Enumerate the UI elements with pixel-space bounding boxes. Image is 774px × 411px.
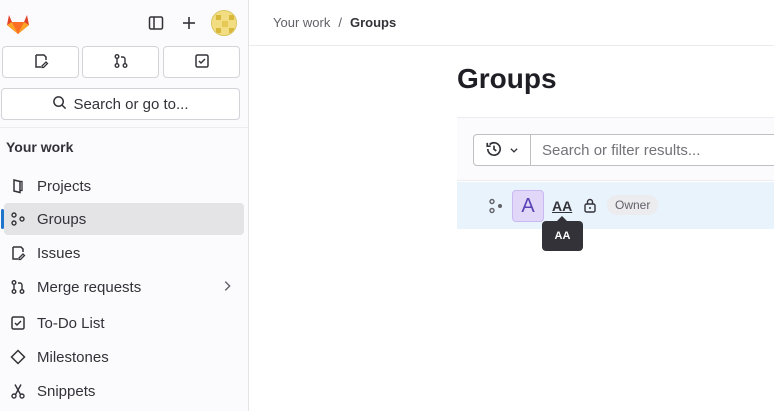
group-avatar[interactable]: A xyxy=(512,190,544,222)
breadcrumb-parent-link[interactable]: Your work xyxy=(273,15,330,30)
filter-search-input[interactable]: Search or filter results... xyxy=(530,134,774,166)
sidebar-item-label: Issues xyxy=(37,244,81,262)
sidebar-item-label: Projects xyxy=(37,177,92,195)
history-icon xyxy=(485,140,503,161)
assigned-issues-button[interactable] xyxy=(2,46,79,78)
lock-icon xyxy=(583,197,597,216)
role-badge: Owner xyxy=(607,195,659,215)
chevron-right-icon[interactable] xyxy=(220,279,234,297)
issues-icon xyxy=(9,244,27,262)
filter-bar: Search or filter results... xyxy=(457,117,774,181)
sidebar-item-groups[interactable]: Groups xyxy=(1,203,244,235)
subgroup-icon xyxy=(489,198,503,217)
search-icon xyxy=(52,95,67,114)
group-row[interactable]: A AA Owner xyxy=(457,182,774,229)
breadcrumb-current[interactable]: Groups xyxy=(350,15,396,30)
header-divider xyxy=(249,45,774,46)
user-avatar[interactable] xyxy=(211,10,237,36)
sidebar-toggle-icon[interactable] xyxy=(143,10,169,36)
merge-request-icon xyxy=(113,53,129,72)
project-icon xyxy=(9,177,27,195)
group-icon xyxy=(9,210,27,228)
page-title: Groups xyxy=(457,63,557,94)
sidebar-divider xyxy=(0,127,248,128)
sidebar-section-title: Your work xyxy=(6,139,74,155)
breadcrumb: Your work / Groups xyxy=(273,15,396,30)
sidebar-item-label: Snippets xyxy=(37,382,96,400)
sidebar-item-projects[interactable]: Projects xyxy=(4,170,244,202)
sidebar: Search or go to... Your work Projects Gr… xyxy=(0,0,249,411)
sidebar-item-issues[interactable]: Issues xyxy=(4,237,244,269)
milestone-icon xyxy=(9,348,27,366)
gitlab-logo-icon[interactable] xyxy=(4,9,32,37)
sidebar-item-todo-list[interactable]: To-Do List xyxy=(4,307,244,339)
sidebar-item-label: Merge requests xyxy=(37,278,142,296)
todo-icon xyxy=(194,53,210,72)
issues-icon xyxy=(33,53,49,72)
breadcrumb-separator: / xyxy=(338,15,342,30)
group-name-tooltip: AA xyxy=(542,216,583,251)
create-new-icon[interactable] xyxy=(176,10,202,36)
sidebar-item-merge-requests[interactable]: Merge requests xyxy=(4,271,244,303)
todo-list-button[interactable] xyxy=(163,46,240,78)
chevron-down-icon xyxy=(509,142,519,158)
group-name-link[interactable]: AA xyxy=(552,198,572,214)
snippet-icon xyxy=(9,382,27,400)
merge-request-icon xyxy=(9,278,27,296)
sidebar-item-milestones[interactable]: Milestones xyxy=(4,341,244,373)
search-label: Search or go to... xyxy=(73,95,189,113)
todo-icon xyxy=(9,314,27,332)
recent-searches-button[interactable] xyxy=(473,134,531,166)
merge-requests-button[interactable] xyxy=(82,46,159,78)
sidebar-item-snippets[interactable]: Snippets xyxy=(4,375,244,407)
sidebar-item-label: To-Do List xyxy=(37,314,105,332)
sidebar-item-label: Groups xyxy=(37,210,87,228)
search-button[interactable]: Search or go to... xyxy=(1,88,240,120)
sidebar-item-label: Milestones xyxy=(37,348,109,366)
